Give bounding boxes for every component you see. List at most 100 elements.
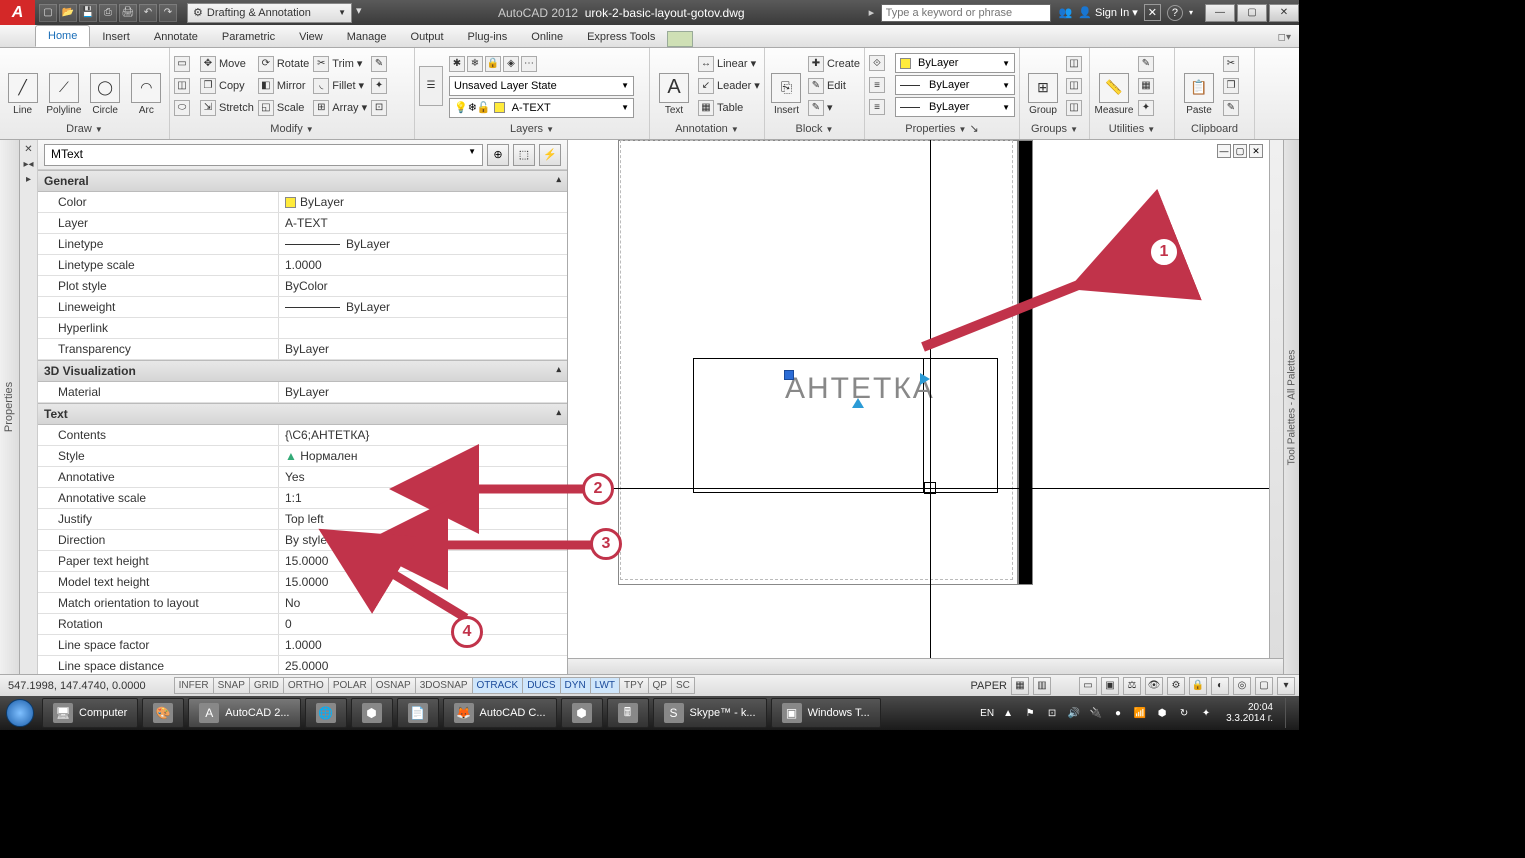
tab-view[interactable]: View [287, 27, 335, 47]
status-toggle-polar[interactable]: POLAR [328, 677, 372, 694]
tab-output[interactable]: Output [399, 27, 456, 47]
qat-saveas-icon[interactable]: ⎙ [99, 4, 117, 22]
grip-right[interactable] [920, 373, 930, 385]
property-row[interactable]: TransparencyByLayer [38, 339, 567, 360]
start-button[interactable] [0, 696, 40, 730]
property-value[interactable]: 25.0000 [278, 656, 567, 674]
clean-icon[interactable]: ▢ [1255, 677, 1273, 695]
prop3-icon[interactable]: ≡ [869, 99, 885, 115]
copy-button[interactable]: ❐Copy [200, 76, 254, 96]
status-toggle-ducs[interactable]: DUCS [522, 677, 560, 694]
grip-topleft[interactable] [784, 370, 794, 380]
util3-icon[interactable]: ✦ [1138, 100, 1154, 116]
layer-state-dropdown[interactable]: Unsaved Layer State▼ [449, 76, 634, 96]
title-arrow-icon[interactable]: ▸ [869, 6, 881, 19]
prop2-icon[interactable]: ≡ [869, 77, 885, 93]
taskbar-item[interactable]: 🖩 [607, 698, 649, 728]
edit-attr-icon[interactable]: ✎▾ [808, 98, 860, 118]
offset-icon[interactable]: ⊡ [371, 100, 387, 116]
status-toggle-tpy[interactable]: TPY [619, 677, 648, 694]
stretch-button[interactable]: ⇲Stretch [200, 98, 254, 118]
property-group-header[interactable]: Text▴ [38, 403, 567, 425]
move-button[interactable]: ✥Move [200, 54, 254, 74]
status-toggle-otrack[interactable]: OTRACK [472, 677, 524, 694]
help-dd-icon[interactable]: ▾ [1189, 8, 1193, 17]
matchprop-icon[interactable]: ⟐ [869, 55, 885, 71]
taskbar-item[interactable]: 🖥Computer [42, 698, 138, 728]
laylck-icon[interactable]: 🔒 [485, 56, 501, 72]
util2-icon[interactable]: ▦ [1138, 78, 1154, 94]
tab-annotate[interactable]: Annotate [142, 27, 210, 47]
panel-draw-title[interactable]: Draw ▼ [4, 121, 165, 137]
ws-icon[interactable]: ⚙ [1167, 677, 1185, 695]
property-value[interactable]: 15.0000 [278, 551, 567, 571]
taskbar-item[interactable]: 🎨 [142, 698, 184, 728]
property-value[interactable]: {\C6;АНТЕТКА} [278, 425, 567, 445]
status-more-icon[interactable]: ▾ [1277, 677, 1295, 695]
erase-icon[interactable]: ✎ [371, 56, 387, 72]
property-value[interactable]: ByLayer [278, 192, 567, 212]
lang-indicator[interactable]: EN [980, 708, 994, 719]
property-value[interactable]: ByLayer [278, 234, 567, 254]
tab-insert[interactable]: Insert [90, 27, 142, 47]
panel-close-icon[interactable]: ✕ [24, 144, 32, 155]
panel-pin-icon[interactable]: ▸◂ [23, 159, 33, 170]
property-row[interactable]: Model text height15.0000 [38, 572, 567, 593]
property-value[interactable] [278, 318, 567, 338]
signin-button[interactable]: 👤 Sign In ▾ [1078, 6, 1137, 19]
array-button[interactable]: ⊞Array ▾ [313, 98, 367, 118]
toggle-pickadd-icon[interactable]: ⊕ [487, 144, 509, 166]
layoff-icon[interactable]: ✱ [449, 56, 465, 72]
tray-1-icon[interactable]: ● [1110, 705, 1126, 721]
cut-icon[interactable]: ✂ [1223, 56, 1239, 72]
tool-palettes-strip[interactable]: Tool Palettes - All Palettes [1283, 140, 1299, 674]
status-toggle-3dosnap[interactable]: 3DOSNAP [415, 677, 473, 694]
taskbar-item[interactable]: 📄 [397, 698, 439, 728]
tray-3-icon[interactable]: ⬢ [1154, 705, 1170, 721]
property-row[interactable]: DirectionBy style [38, 530, 567, 551]
property-row[interactable]: Rotation0 [38, 614, 567, 635]
close-button[interactable]: ✕ [1269, 4, 1299, 22]
exchange-x-icon[interactable]: ✕ [1144, 4, 1161, 21]
app-menu-button[interactable]: A [0, 0, 35, 25]
qv-drawings-icon[interactable]: ▣ [1101, 677, 1119, 695]
property-group-header[interactable]: General▴ [38, 170, 567, 192]
property-row[interactable]: Paper text height15.0000 [38, 551, 567, 572]
circle-button[interactable]: ◯Circle [87, 56, 124, 116]
property-value[interactable]: Top left [278, 509, 567, 529]
grp3-icon[interactable]: ◫ [1066, 100, 1082, 116]
property-value[interactable]: By style [278, 530, 567, 550]
property-value[interactable]: 0 [278, 614, 567, 634]
lineweight-dropdown[interactable]: ByLayer▼ [895, 75, 1015, 95]
hw-icon[interactable]: ◐ [1211, 677, 1229, 695]
property-row[interactable]: MaterialByLayer [38, 382, 567, 403]
linear-button[interactable]: ↔Linear ▾ [698, 54, 760, 74]
scale-button[interactable]: ◱Scale [258, 98, 309, 118]
status-toggle-grid[interactable]: GRID [249, 677, 284, 694]
viewport-min-icon[interactable]: — [1217, 144, 1231, 158]
taskbar-item[interactable]: ⬢ [351, 698, 393, 728]
selection-type-dropdown[interactable]: MText▼ [44, 144, 483, 166]
panel-properties-title[interactable]: Properties ▼ ↘ [869, 120, 1015, 137]
property-row[interactable]: Line space factor1.0000 [38, 635, 567, 656]
property-row[interactable]: LayerA-TEXT [38, 213, 567, 234]
property-row[interactable]: Plot styleByColor [38, 276, 567, 297]
select-objects-icon[interactable]: ⬚ [513, 144, 535, 166]
property-value[interactable]: Yes [278, 467, 567, 487]
panel-annotation-title[interactable]: Annotation ▼ [654, 121, 760, 137]
property-row[interactable]: Match orientation to layoutNo [38, 593, 567, 614]
arc-button[interactable]: ◠Arc [128, 56, 165, 116]
qat-undo-icon[interactable]: ↶ [139, 4, 157, 22]
property-row[interactable]: ColorByLayer [38, 192, 567, 213]
tray-5-icon[interactable]: ✦ [1198, 705, 1214, 721]
property-value[interactable]: 15.0000 [278, 572, 567, 592]
property-value[interactable]: ByColor [278, 276, 567, 296]
property-row[interactable]: JustifyTop left [38, 509, 567, 530]
help-icon[interactable]: ? [1167, 5, 1183, 21]
quick-select-icon[interactable]: ⚡ [539, 144, 561, 166]
panel-menu-icon[interactable]: ▸ [26, 174, 31, 185]
layout-icon[interactable]: ▥ [1033, 677, 1051, 695]
ribbon-collapse-icon[interactable]: ◻▾ [1270, 28, 1299, 47]
tab-blank[interactable] [667, 31, 693, 47]
tray-up-icon[interactable]: ▲ [1000, 705, 1016, 721]
